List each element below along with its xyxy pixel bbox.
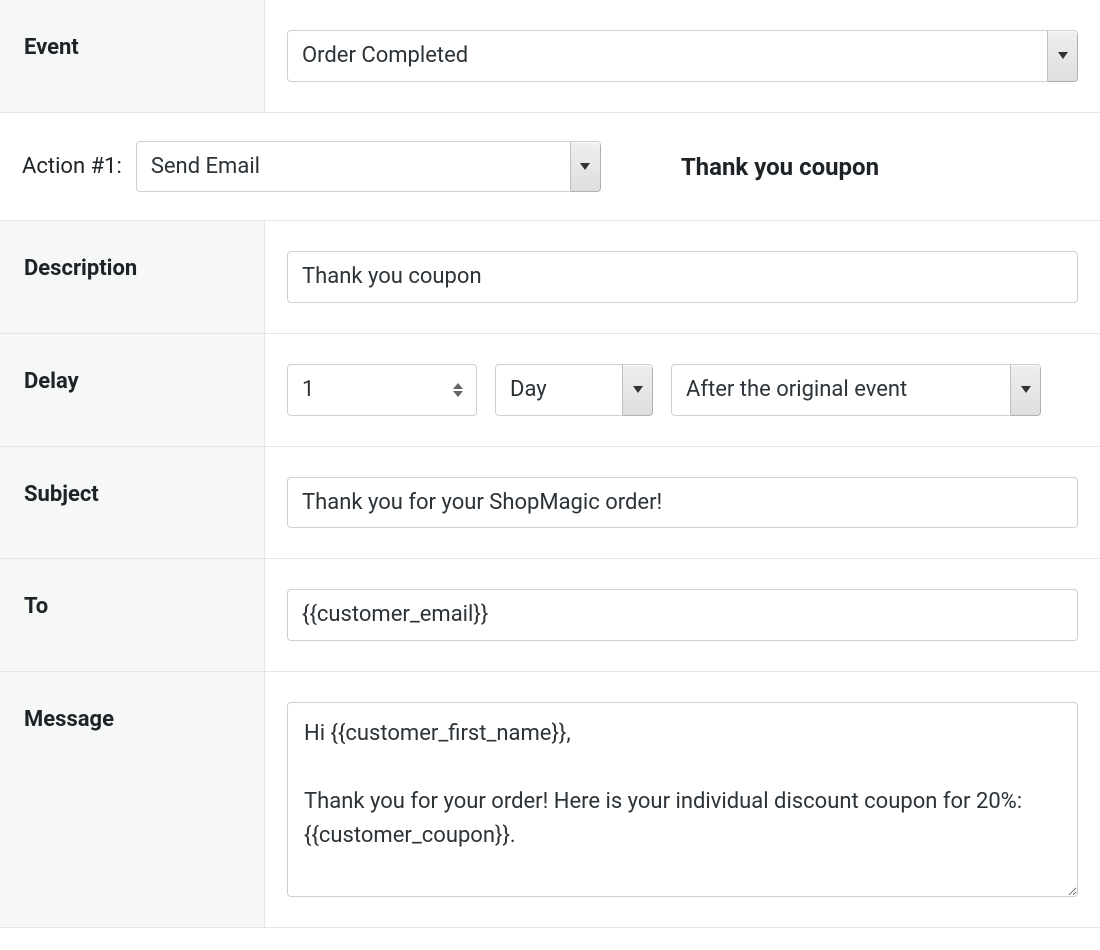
message-textarea[interactable] (287, 702, 1078, 897)
message-control-cell (265, 672, 1100, 927)
subject-row: Subject (0, 447, 1100, 560)
delay-relative-select[interactable]: After the original event (671, 364, 1041, 416)
subject-label: Subject (0, 447, 265, 559)
action-type-select[interactable]: Send Email (136, 141, 601, 193)
dropdown-caret-icon (622, 365, 652, 415)
to-control-cell (265, 559, 1100, 671)
message-row: Message (0, 672, 1100, 928)
delay-amount-input[interactable]: 1 (287, 364, 477, 416)
subject-input[interactable] (287, 477, 1078, 529)
dropdown-caret-icon (1010, 365, 1040, 415)
delay-control-cell: 1 Day After the original event (265, 334, 1100, 446)
delay-unit-value: Day (496, 365, 622, 415)
delay-amount-value: 1 (288, 365, 448, 415)
delay-unit-select[interactable]: Day (495, 364, 653, 416)
event-control-cell: Order Completed (265, 0, 1100, 112)
delay-label: Delay (0, 334, 265, 446)
event-select-value: Order Completed (288, 31, 1047, 81)
delay-row: Delay 1 Day After the original event (0, 334, 1100, 447)
event-label: Event (0, 0, 265, 112)
delay-relative-value: After the original event (672, 365, 1010, 415)
description-control-cell (265, 221, 1100, 333)
action-row: Action #1: Send Email Thank you coupon (0, 113, 1100, 222)
subject-control-cell (265, 447, 1100, 559)
dropdown-caret-icon (1047, 31, 1077, 81)
message-label: Message (0, 672, 265, 927)
action-index-label: Action #1: (22, 154, 122, 179)
action-type-value: Send Email (137, 142, 570, 192)
number-stepper-icon[interactable] (448, 365, 476, 415)
to-label: To (0, 559, 265, 671)
to-row: To (0, 559, 1100, 672)
to-input[interactable] (287, 589, 1078, 641)
description-label: Description (0, 221, 265, 333)
description-input[interactable] (287, 251, 1078, 303)
automation-form: Event Order Completed Action #1: Send Em… (0, 0, 1100, 928)
event-select[interactable]: Order Completed (287, 30, 1078, 82)
action-title-text: Thank you coupon (681, 153, 879, 181)
dropdown-caret-icon (570, 142, 600, 192)
event-row: Event Order Completed (0, 0, 1100, 113)
description-row: Description (0, 221, 1100, 334)
